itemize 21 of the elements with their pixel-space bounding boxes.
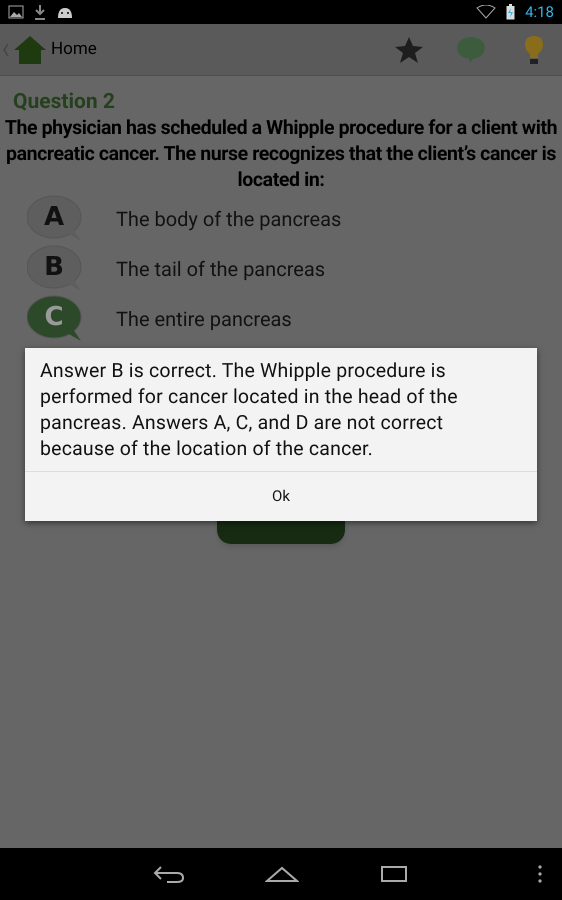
download-icon: [34, 4, 46, 20]
image-icon: [8, 5, 24, 19]
ok-button[interactable]: Ok: [25, 471, 537, 521]
star-button[interactable]: [394, 36, 424, 64]
battery-icon: [506, 4, 516, 20]
recent-apps-button[interactable]: [379, 864, 409, 884]
wifi-icon: [476, 5, 496, 19]
dialog-message: Answer B is correct. The Whipple procedure is performed for cancer located in the head of the pancreas. Answers A, C, and D are not correct because of the location of the cancer.: [39, 358, 459, 462]
home-nav-button[interactable]: [265, 866, 299, 882]
option-text: The body of the pancreas: [116, 206, 342, 233]
android-icon: [56, 5, 74, 19]
house-icon: [13, 34, 47, 64]
option-text: The tail of the pancreas: [116, 256, 326, 283]
overflow-menu-button[interactable]: [538, 865, 542, 883]
back-button[interactable]: [153, 865, 185, 883]
question-heading: Question 2: [12, 89, 116, 115]
lightbulb-button[interactable]: [524, 34, 544, 64]
option-text: The entire pancreas: [116, 306, 292, 333]
question-text: The physician has scheduled a Whipple procedure for a client with pancreatic cancer. The nurse recognizes that the client’s cancer is located in:: [4, 115, 558, 193]
home-button[interactable]: Home: [3, 34, 97, 64]
clock-time: 4:18: [525, 2, 554, 23]
